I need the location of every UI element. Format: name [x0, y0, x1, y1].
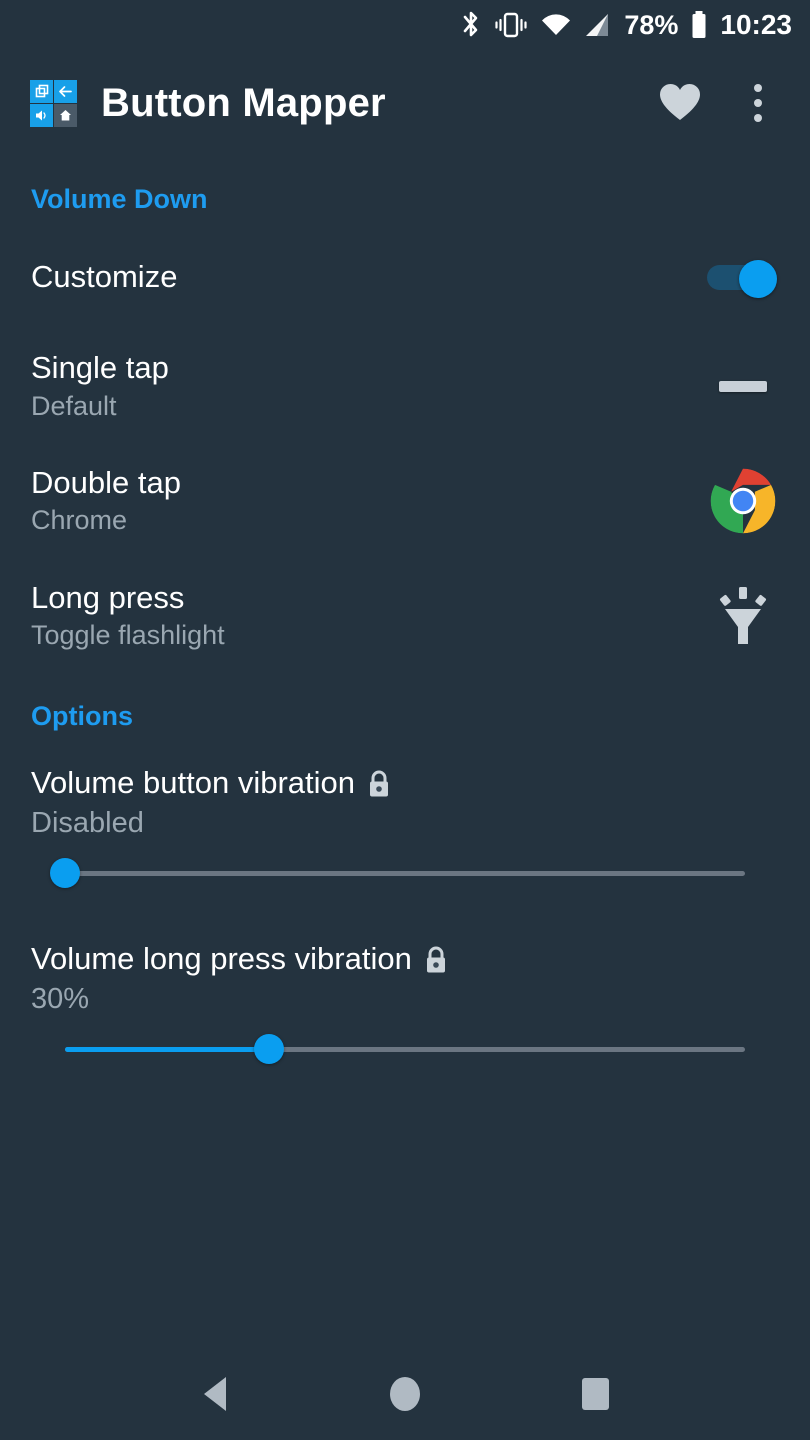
customize-toggle[interactable] [707, 260, 779, 298]
row-double-tap-subtitle: Chrome [31, 505, 128, 536]
app-bar: Button Mapper [0, 62, 810, 144]
home-glyph [54, 103, 77, 127]
vibrate-icon [494, 10, 528, 40]
status-bar: 78% 10:23 [0, 0, 810, 50]
slider-1-control[interactable] [50, 858, 745, 889]
home-nav-icon[interactable] [370, 1359, 440, 1429]
slider-volume-long-press-vibration[interactable]: Volume long press vibration 30% [0, 942, 810, 1065]
row-single-tap-text: Single tap Default [31, 350, 704, 422]
battery-percent-label: 78% [624, 9, 679, 40]
slider-2-title: Volume long press vibration [31, 942, 810, 977]
overflow-menu-icon[interactable] [734, 79, 782, 127]
row-customize-accessory [704, 260, 782, 298]
row-single-tap-title: Single tap [31, 350, 169, 385]
row-double-tap-title: Double tap [31, 464, 181, 500]
row-single-tap-subtitle: Default [31, 390, 117, 421]
slider-2-value: 30% [31, 983, 90, 1016]
row-double-tap-accessory [704, 468, 782, 534]
flashlight-icon [714, 585, 772, 647]
chrome-icon [710, 468, 776, 534]
battery-icon [690, 10, 708, 40]
row-single-tap[interactable]: Single tap Default [0, 350, 810, 422]
row-long-press-accessory [704, 585, 782, 647]
recents-nav-icon[interactable] [560, 1359, 630, 1429]
app-screen: 78% 10:23 Button Mapper Volume Down Cust… [0, 0, 810, 1440]
overflow-dots [754, 84, 762, 122]
status-bar-clock: 10:23 [720, 9, 792, 40]
app-bar-actions [656, 79, 810, 127]
volume-glyph [30, 103, 53, 127]
slider-1-track [65, 871, 745, 877]
section-header-volume-down: Volume Down [31, 184, 208, 214]
button-mapper-app-icon [30, 79, 77, 127]
slider-2-fill [65, 1047, 269, 1053]
row-long-press-subtitle: Toggle flashlight [31, 620, 225, 651]
row-double-tap[interactable]: Double tap Chrome [0, 464, 810, 537]
back-nav-icon[interactable] [180, 1359, 250, 1429]
slider-1-value: Disabled [31, 807, 144, 840]
recents-glyph [30, 79, 53, 103]
lock-icon [366, 769, 392, 799]
row-customize-text: Customize [31, 258, 704, 295]
row-long-press-title: Long press [31, 579, 185, 615]
slider-1-title: Volume button vibration [31, 766, 810, 801]
slider-1-thumb[interactable] [50, 858, 80, 889]
settings-list: Volume Down Customize Single tap Default… [0, 150, 810, 1065]
cellular-signal-icon [584, 11, 612, 39]
dash-icon [719, 380, 767, 392]
wifi-icon [540, 11, 572, 39]
section-header-options: Options [31, 701, 133, 732]
back-glyph [54, 79, 77, 103]
slider-2-thumb[interactable] [254, 1034, 284, 1065]
heart-icon[interactable] [656, 79, 704, 127]
lock-icon [423, 945, 449, 975]
slider-2-control[interactable] [65, 1034, 745, 1065]
page-title: Button Mapper [101, 80, 386, 125]
row-single-tap-accessory [704, 380, 782, 392]
row-customize-title: Customize [31, 258, 178, 294]
row-double-tap-text: Double tap Chrome [31, 464, 704, 537]
bluetooth-icon [460, 9, 482, 41]
row-customize[interactable]: Customize [0, 245, 810, 309]
row-long-press-text: Long press Toggle flashlight [31, 579, 704, 652]
navigation-bar [0, 1348, 810, 1440]
toggle-thumb [739, 260, 777, 298]
row-long-press[interactable]: Long press Toggle flashlight [0, 579, 810, 652]
slider-volume-button-vibration[interactable]: Volume button vibration Disabled [0, 766, 810, 889]
